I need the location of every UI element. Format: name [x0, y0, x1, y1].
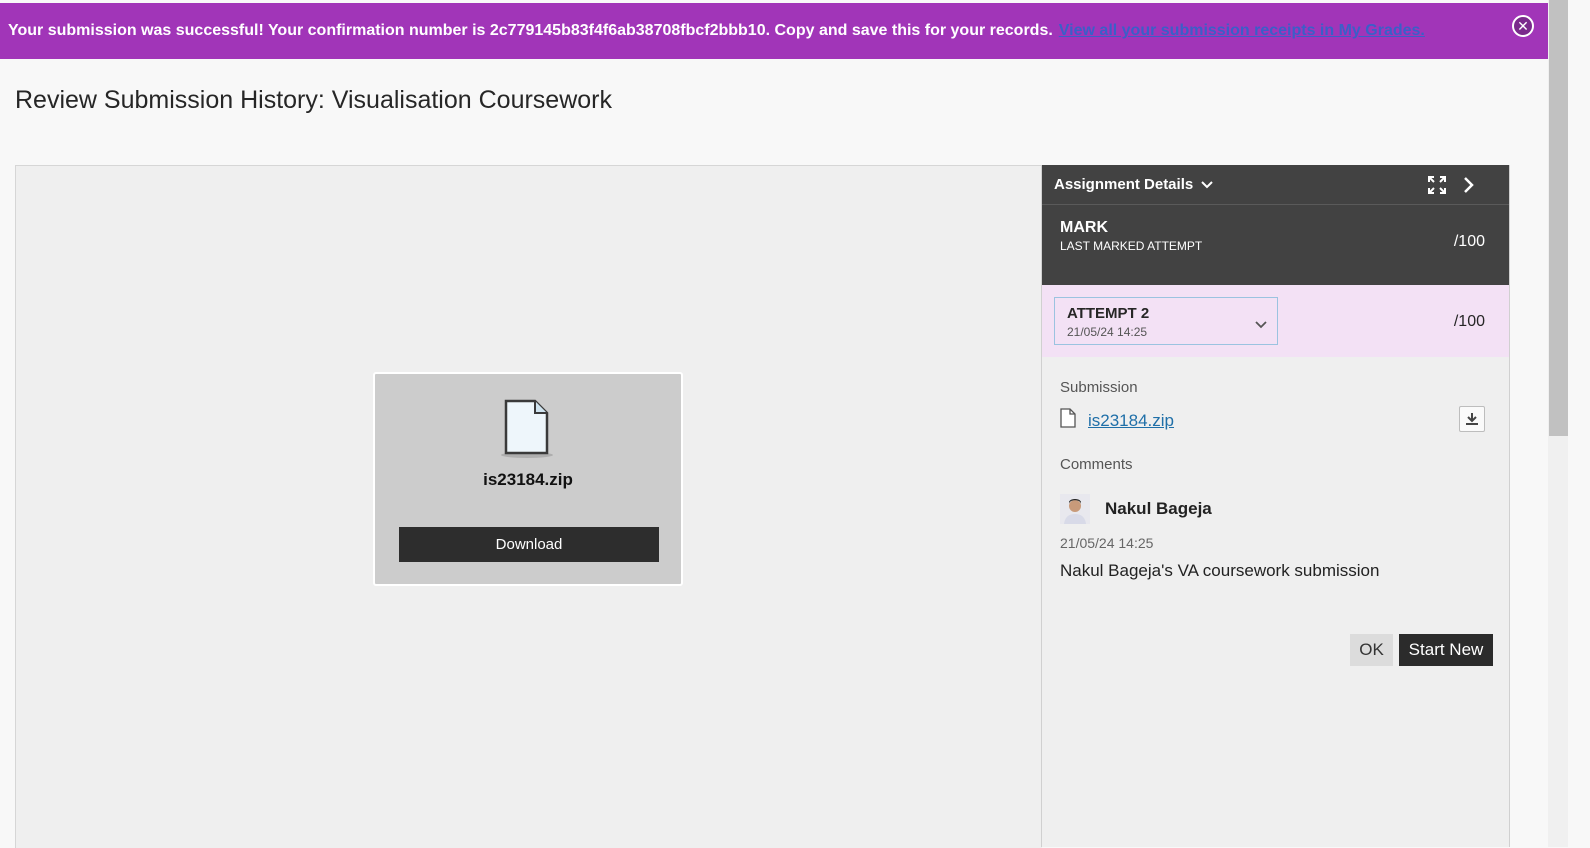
chevron-right-icon[interactable]	[1463, 176, 1475, 199]
mark-sublabel: LAST MARKED ATTEMPT	[1060, 239, 1203, 253]
file-preview-card: is23184.zip Download	[373, 372, 683, 586]
ok-button[interactable]: OK	[1350, 634, 1393, 666]
file-icon	[1060, 408, 1076, 433]
file-viewer: is23184.zip Download	[15, 165, 1042, 848]
file-name: is23184.zip	[483, 470, 573, 489]
mark-label: MARK	[1060, 219, 1108, 236]
chevron-down-icon[interactable]	[1201, 180, 1213, 189]
submission-file: is23184.zip	[1060, 408, 1174, 433]
submission-label: Submission	[1060, 379, 1138, 396]
my-grades-receipts-link[interactable]: View all your submission receipts in My …	[1059, 22, 1425, 40]
attempt-label: ATTEMPT 2	[1067, 305, 1150, 322]
mark-summary: MARK LAST MARKED ATTEMPT /100	[1042, 205, 1509, 285]
attempt-date: 21/05/24 14:25	[1067, 325, 1148, 339]
attempt-row: ATTEMPT 2 21/05/24 14:25 /100	[1042, 285, 1509, 357]
start-new-button[interactable]: Start New	[1399, 634, 1493, 666]
chevron-down-icon	[1255, 316, 1267, 334]
expand-icon[interactable]	[1427, 175, 1447, 200]
comment-date: 21/05/24 14:25	[1060, 535, 1154, 551]
attempt-score: /100	[1453, 313, 1485, 330]
download-button[interactable]: Download	[399, 527, 659, 562]
comment-text: Nakul Bageja's VA coursework submission	[1060, 561, 1380, 580]
banner-message: Your submission was successful! Your con…	[8, 22, 1053, 39]
attempt-selector[interactable]: ATTEMPT 2 21/05/24 14:25	[1054, 297, 1278, 345]
comment-author: Nakul Bageja	[1105, 499, 1212, 518]
download-icon[interactable]	[1459, 406, 1485, 432]
assignment-details-panel: Assignment Details MARK LAST MARKED ATTE…	[1041, 165, 1510, 847]
scrollbar-thumb[interactable]	[1549, 0, 1568, 436]
document-icon	[497, 398, 557, 465]
panel-header: Assignment Details	[1042, 165, 1509, 205]
avatar	[1060, 494, 1090, 524]
success-banner: Your submission was successful! Your con…	[0, 3, 1548, 59]
panel-title[interactable]: Assignment Details	[1054, 176, 1193, 193]
page-title: Review Submission History: Visualisation…	[15, 86, 612, 114]
mark-score: /100	[1453, 233, 1485, 250]
comments-label: Comments	[1060, 456, 1133, 473]
close-icon[interactable]: ✕	[1512, 15, 1534, 37]
submission-file-link[interactable]: is23184.zip	[1088, 411, 1174, 431]
